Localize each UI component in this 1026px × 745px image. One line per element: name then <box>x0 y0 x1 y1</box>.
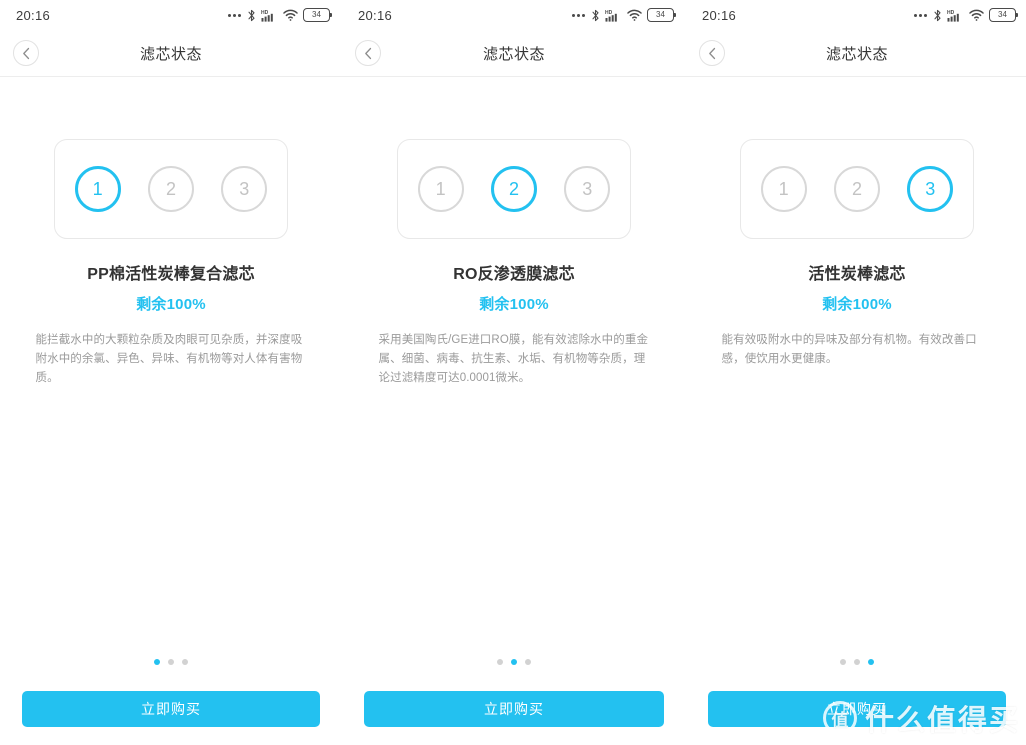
chevron-left-icon <box>22 47 31 60</box>
filter-name: 活性炭棒滤芯 <box>808 266 906 283</box>
pager-dot-2[interactable] <box>854 659 860 665</box>
nav-bar: 滤芯状态 <box>342 30 686 77</box>
nav-bar: 滤芯状态 <box>686 30 1026 77</box>
step-circle-3[interactable]: 3 <box>221 166 268 212</box>
pager-dot-1[interactable] <box>154 659 160 665</box>
buy-now-button[interactable]: 立即购买 <box>22 691 320 727</box>
step-circle-1[interactable]: 1 <box>417 166 464 212</box>
status-bar: 20:16 HD 34 <box>342 0 686 30</box>
svg-text:HD: HD <box>261 10 269 16</box>
signal-hd-icon: HD <box>947 9 964 22</box>
step-circle-3[interactable]: 3 <box>907 166 954 212</box>
bluetooth-icon <box>247 9 256 22</box>
pager-dot-3[interactable] <box>525 659 531 665</box>
filter-name: PP棉活性炭棒复合滤芯 <box>87 266 255 283</box>
status-icon-group: HD 34 <box>572 8 674 22</box>
step-circle-2[interactable]: 2 <box>490 166 537 212</box>
pager-dot-2[interactable] <box>511 659 517 665</box>
phone-screen-1: 20:16 HD 34 滤芯状态 1 2 3 PP棉活性炭棒复合滤芯 剩余100… <box>0 0 342 745</box>
pager-dot-2[interactable] <box>168 659 174 665</box>
pager-dots <box>0 659 342 665</box>
page-title: 滤芯状态 <box>825 45 888 63</box>
svg-text:HD: HD <box>605 10 613 16</box>
battery-icon: 34 <box>303 8 330 22</box>
wifi-icon <box>969 9 984 21</box>
filter-remaining: 剩余100% <box>479 296 549 313</box>
three-dots-icon <box>228 13 241 17</box>
chevron-left-icon <box>708 47 717 60</box>
three-dots-icon <box>572 13 585 17</box>
wifi-icon <box>627 9 642 21</box>
status-time: 20:16 <box>358 7 393 23</box>
back-button[interactable] <box>699 40 725 66</box>
pager-dot-3[interactable] <box>182 659 188 665</box>
filter-description: 能拦截水中的大颗粒杂质及肉眼可见杂质，并深度吸附水中的余氯、异色、异味、有机物等… <box>35 334 303 384</box>
filter-remaining: 剩余100% <box>136 296 206 313</box>
page-title: 滤芯状态 <box>139 45 202 63</box>
pager-dots <box>342 659 686 665</box>
three-dots-icon <box>914 13 927 17</box>
filter-remaining: 剩余100% <box>822 296 892 313</box>
filter-step-card: 1 2 3 <box>397 139 631 239</box>
signal-hd-icon: HD <box>261 9 278 22</box>
filter-name: RO反渗透膜滤芯 <box>453 266 575 283</box>
battery-icon: 34 <box>989 8 1016 22</box>
phone-screen-2: 20:16 HD 34 滤芯状态 1 2 3 RO反渗透膜滤芯 剩余100% 采… <box>342 0 686 745</box>
status-icon-group: HD 34 <box>228 8 330 22</box>
back-button[interactable] <box>13 40 39 66</box>
status-time: 20:16 <box>16 7 51 23</box>
step-circle-2[interactable]: 2 <box>833 166 880 212</box>
back-button[interactable] <box>355 40 381 66</box>
filter-description: 采用美国陶氏/GE进口RO膜，能有效滤除水中的重金属、细菌、病毒、抗生素、水垢、… <box>378 334 649 384</box>
buy-now-button[interactable]: 立即购买 <box>364 691 664 727</box>
status-bar: 20:16 HD 34 <box>686 0 1026 30</box>
filter-description: 能有效吸附水中的异味及部分有机物。有效改善口感，使饮用水更健康。 <box>721 334 977 365</box>
chevron-left-icon <box>364 47 373 60</box>
battery-icon: 34 <box>647 8 674 22</box>
pager-dot-1[interactable] <box>497 659 503 665</box>
phone-screen-3: 20:16 HD 34 滤芯状态 1 2 3 活性炭棒滤芯 剩余100% 能有效… <box>686 0 1026 745</box>
step-circle-1[interactable]: 1 <box>760 166 807 212</box>
page-title: 滤芯状态 <box>482 45 545 63</box>
status-icon-group: HD 34 <box>914 8 1016 22</box>
wifi-icon <box>283 9 298 21</box>
step-circle-3[interactable]: 3 <box>564 166 611 212</box>
bluetooth-icon <box>933 9 942 22</box>
step-circle-2[interactable]: 2 <box>147 166 194 212</box>
pager-dots <box>686 659 1026 665</box>
pager-dot-1[interactable] <box>840 659 846 665</box>
pager-dot-3[interactable] <box>868 659 874 665</box>
screenshot-triptych: 20:16 HD 34 滤芯状态 1 2 3 PP棉活性炭棒复合滤芯 剩余100… <box>0 0 1026 745</box>
nav-bar: 滤芯状态 <box>0 30 342 77</box>
signal-hd-icon: HD <box>605 9 622 22</box>
filter-step-card: 1 2 3 <box>54 139 288 239</box>
status-bar: 20:16 HD 34 <box>0 0 342 30</box>
buy-now-button[interactable]: 立即购买 <box>708 691 1006 727</box>
status-time: 20:16 <box>702 7 737 23</box>
svg-text:HD: HD <box>947 10 955 16</box>
filter-step-card: 1 2 3 <box>740 139 974 239</box>
bluetooth-icon <box>591 9 600 22</box>
step-circle-1[interactable]: 1 <box>74 166 121 212</box>
